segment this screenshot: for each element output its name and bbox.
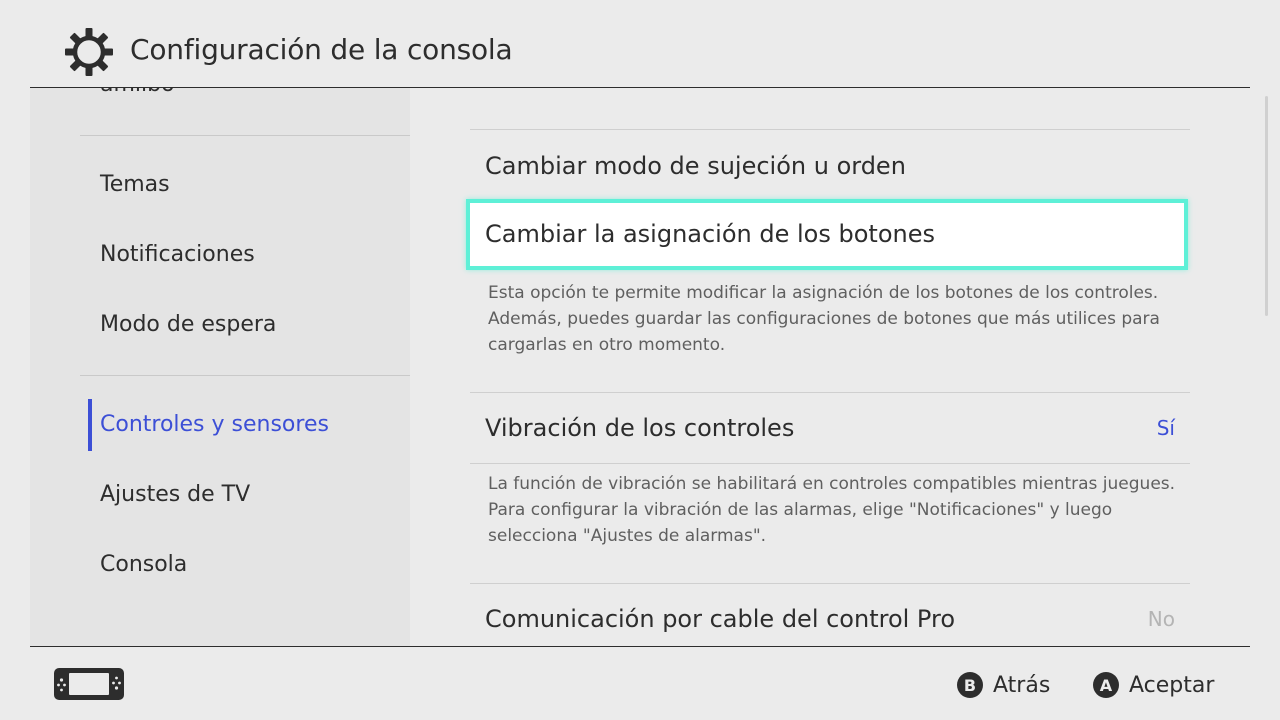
row-title: Vibración de los controles (485, 414, 795, 442)
row-divider (470, 463, 1190, 464)
sidebar-item-consola[interactable]: Consola (100, 550, 187, 580)
sidebar-item-modo-de-espera[interactable]: Modo de espera (100, 310, 276, 340)
back-button[interactable]: B Atrás (957, 670, 1050, 700)
row-divider (470, 392, 1190, 393)
sidebar: amiibo Temas Notificaciones Modo de espe… (30, 88, 410, 646)
active-indicator (88, 399, 92, 451)
accept-button[interactable]: A Aceptar (1093, 670, 1214, 700)
controller-icon (54, 668, 124, 700)
sidebar-item-ajustes-de-tv[interactable]: Ajustes de TV (100, 480, 250, 510)
b-button-icon: B (957, 672, 983, 698)
a-button-icon: A (1093, 672, 1119, 698)
row-description: La función de vibración se habilitará en… (488, 474, 1176, 546)
footer-divider (30, 646, 1250, 647)
gear-icon (65, 28, 113, 76)
back-label: Atrás (993, 672, 1051, 698)
row-description: Esta opción te permite modificar la asig… (488, 283, 1160, 355)
pro-cable-value: No (1147, 607, 1175, 631)
row-title: Comunicación por cable del control Pro (485, 605, 956, 633)
scrollbar[interactable] (1265, 96, 1268, 316)
sidebar-item-amiibo[interactable]: amiibo (100, 88, 175, 100)
row-cambiar-modo-sujecion[interactable]: Cambiar modo de sujeción u orden (485, 149, 906, 183)
vibration-value: Sí (1156, 416, 1175, 440)
row-divider (470, 129, 1190, 130)
accept-label: Aceptar (1129, 672, 1215, 698)
sidebar-item-temas[interactable]: Temas (100, 170, 170, 200)
sidebar-item-notificaciones[interactable]: Notificaciones (100, 240, 255, 270)
header-divider (30, 87, 1250, 88)
header: Configuración de la consola (0, 0, 1280, 88)
row-cambiar-asignacion-botones[interactable]: Cambiar la asignación de los botones (466, 199, 1188, 270)
page-title: Configuración de la consola (130, 33, 513, 66)
sidebar-divider (80, 135, 410, 136)
settings-panel: Cambiar modo de sujeción u orden Cambiar… (410, 88, 1250, 646)
sidebar-item-controles-y-sensores[interactable]: Controles y sensores (100, 410, 329, 440)
row-divider (470, 583, 1190, 584)
row-title: Cambiar la asignación de los botones (485, 220, 935, 248)
sidebar-divider (80, 375, 410, 376)
